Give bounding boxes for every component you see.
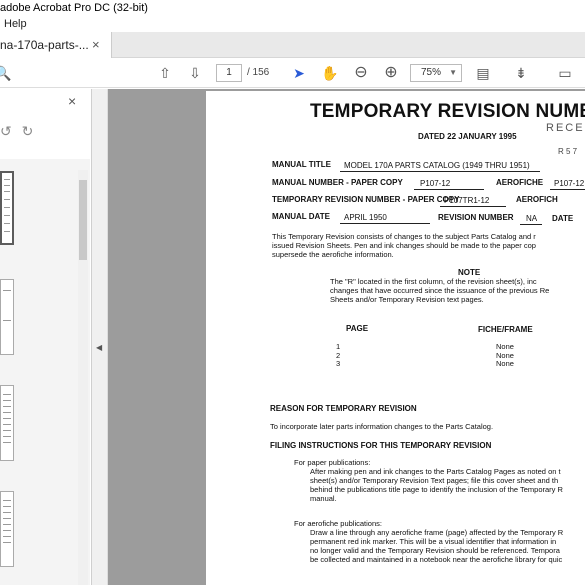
scrolling-mode-icon[interactable]: ⇟: [512, 63, 530, 83]
thumbnail-page-4[interactable]: [0, 491, 14, 567]
thumbnail-scrollbar[interactable]: [78, 170, 88, 585]
stamp-code: R 5 7: [558, 147, 578, 156]
aerofich-label-2: AEROFICH: [516, 195, 558, 204]
previous-page-icon[interactable]: ⇧: [156, 63, 174, 83]
tab-bar: na-170a-parts-... ×: [0, 32, 585, 58]
thumbnail-tools: ↺ ↻: [0, 123, 33, 140]
rotate-left-icon[interactable]: ↺: [0, 123, 12, 139]
page-display-icon[interactable]: ▤: [474, 63, 492, 83]
collapse-arrow-icon[interactable]: ◀: [96, 343, 102, 352]
scrollbar-thumb[interactable]: [79, 180, 87, 260]
document-view[interactable]: TEMPORARY REVISION NUMBE DATED 22 JANUAR…: [108, 89, 585, 585]
intro-line-3: supersede the aerofiche information.: [272, 250, 394, 259]
rotate-right-icon[interactable]: ↻: [22, 123, 34, 139]
revision-number-value: NA: [526, 214, 538, 223]
chevron-down-icon: ▼: [449, 68, 457, 77]
thumbnail-page-3[interactable]: [0, 385, 14, 461]
doc-title: TEMPORARY REVISION NUMBE: [310, 101, 585, 122]
thumbnail-page-2[interactable]: [0, 279, 14, 355]
paper-line-4: manual.: [310, 494, 337, 503]
doc-dated: DATED 22 JANUARY 1995: [418, 132, 517, 141]
page-number-input[interactable]: 1: [216, 64, 242, 82]
window-title-bar: adobe Acrobat Pro DC (32-bit): [0, 0, 585, 16]
zoom-in-icon[interactable]: ⊕: [382, 63, 400, 83]
aero-line-4: be collected and maintained in a noteboo…: [310, 555, 563, 564]
trn-value: P107TR1-12: [444, 196, 490, 205]
panel-close-icon[interactable]: ×: [68, 93, 76, 109]
row-1-page: 1: [336, 342, 341, 351]
row-3-page: 3: [336, 359, 341, 368]
menu-help[interactable]: Help: [4, 16, 27, 32]
col-fiche-header: FICHE/FRAME: [478, 325, 533, 334]
manual-date-value: APRIL 1950: [344, 213, 387, 222]
note-line-2: changes that have occurred since the iss…: [330, 286, 550, 295]
document-tab-label: na-170a-parts-...: [0, 38, 89, 52]
menu-bar: Help: [0, 16, 585, 32]
document-tab[interactable]: na-170a-parts-... ×: [0, 32, 112, 58]
aerofiche-label: AEROFICHE: [496, 178, 544, 187]
manual-title-value: MODEL 170A PARTS CATALOG (1949 THRU 1951…: [344, 161, 530, 170]
pdf-page: TEMPORARY REVISION NUMBE DATED 22 JANUAR…: [206, 91, 585, 585]
search-icon[interactable]: 🔍: [0, 63, 12, 83]
zoom-level-value: 75%: [421, 67, 442, 78]
manual-number-label: MANUAL NUMBER - PAPER COPY: [272, 178, 403, 187]
row-3-fiche: None: [496, 359, 514, 368]
window-title: adobe Acrobat Pro DC (32-bit): [0, 2, 148, 14]
select-tool-icon[interactable]: ➤: [290, 63, 308, 83]
aero-line-2: permanent red ink marker. This will be a…: [310, 537, 557, 546]
panel-collapse-strip[interactable]: ◀: [92, 89, 108, 585]
filing-heading: FILING INSTRUCTIONS FOR THIS TEMPORARY R…: [270, 441, 492, 450]
page-total: / 156: [247, 67, 270, 78]
zoom-out-icon[interactable]: ⊖: [352, 63, 370, 83]
aero-heading: For aerofiche publications:: [294, 519, 382, 528]
revision-number-label: REVISION NUMBER: [438, 213, 514, 222]
manual-title-label: MANUAL TITLE: [272, 160, 331, 169]
intro-line-2: issued Revision Sheets. Pen and ink chan…: [272, 241, 536, 250]
aerofiche-value: P107-12: [554, 179, 585, 188]
note-heading: NOTE: [458, 268, 481, 277]
manual-number-value: P107-12: [420, 179, 451, 188]
tab-close-icon[interactable]: ×: [92, 32, 100, 58]
note-line-3: Sheets and/or Temporary Revision text pa…: [330, 295, 484, 304]
col-page-header: PAGE: [346, 324, 369, 333]
intro-line-1: This Temporary Revision consists of chan…: [272, 232, 536, 241]
comment-icon[interactable]: ▭: [556, 63, 574, 83]
received-stamp: RECEI: [546, 122, 585, 134]
next-page-icon[interactable]: ⇩: [186, 63, 204, 83]
reason-heading: REASON FOR TEMPORARY REVISION: [270, 404, 417, 413]
toolbar: 🔍 ⇧ ⇩ 1 / 156 ➤ ✋ ⊖ ⊕ 75% ▼ ▤ ⇟ ▭: [0, 58, 585, 88]
zoom-level-select[interactable]: 75% ▼: [410, 64, 462, 82]
thumbnail-list: [0, 159, 90, 585]
manual-date-label: MANUAL DATE: [272, 212, 330, 221]
paper-heading: For paper publications:: [294, 458, 371, 467]
paper-line-3: behind the publications title page to id…: [310, 485, 563, 494]
date-label: DATE: [552, 214, 574, 223]
paper-line-1: After making pen and ink changes to the …: [310, 467, 561, 476]
hand-tool-icon[interactable]: ✋: [320, 63, 340, 83]
aero-line-1: Draw a line through any aerofiche frame …: [310, 528, 564, 537]
paper-line-2: sheet(s) and/or Temporary Revision Text …: [310, 476, 559, 485]
reason-text: To incorporate later parts information c…: [270, 422, 494, 431]
note-line-1: The "R" located in the first column, of …: [330, 277, 537, 286]
aero-line-3: no longer valid and the Temporary Revisi…: [310, 546, 560, 555]
trn-label: TEMPORARY REVISION NUMBER - PAPER COPY: [272, 195, 460, 204]
thumbnail-page-1[interactable]: [0, 171, 14, 245]
row-1-fiche: None: [496, 342, 514, 351]
